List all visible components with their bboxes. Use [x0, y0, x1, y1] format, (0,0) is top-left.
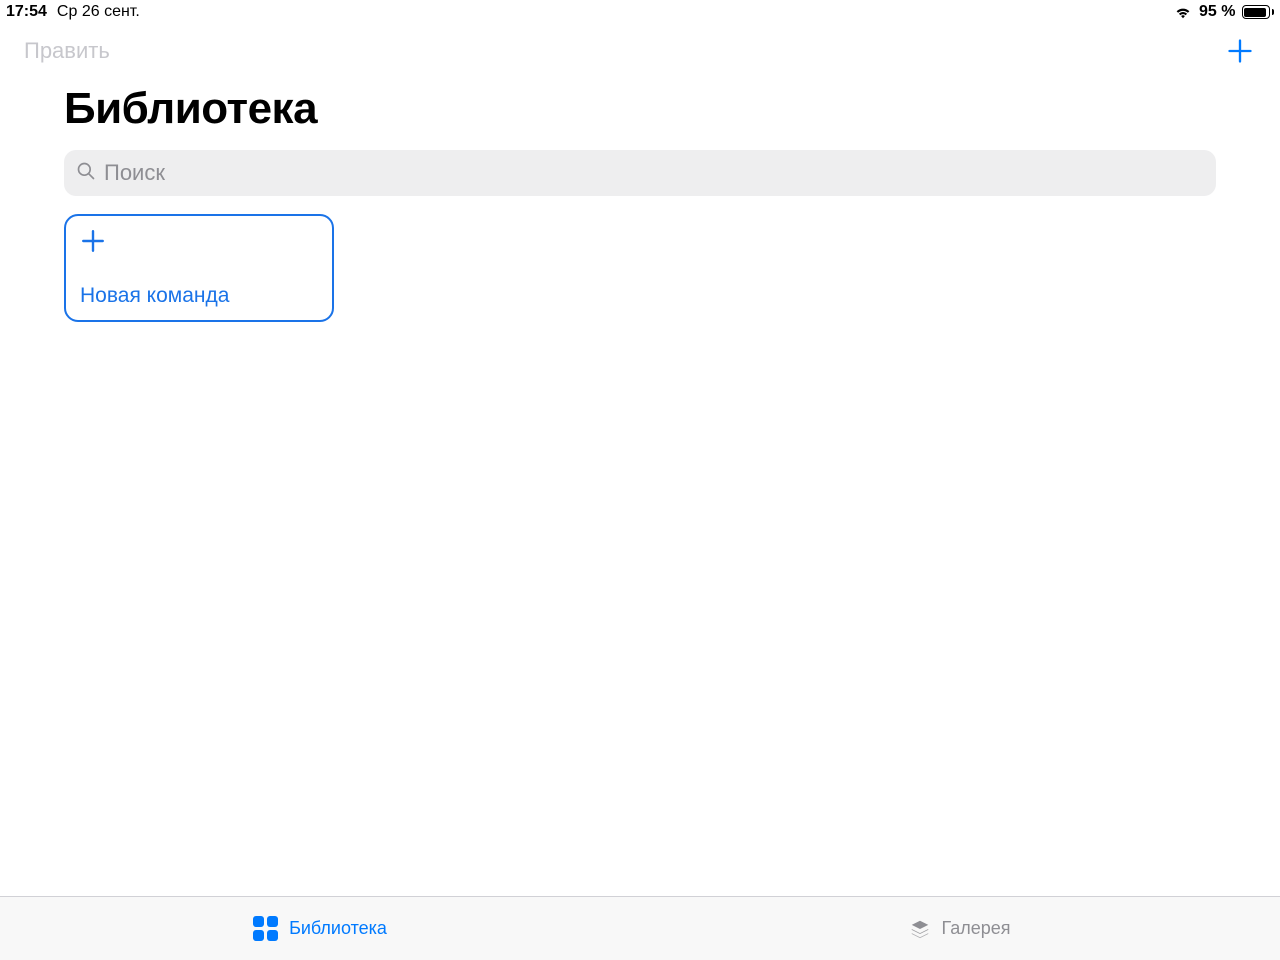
battery-percentage: 95 %	[1199, 3, 1235, 21]
tab-gallery-label: Галерея	[941, 918, 1010, 939]
status-left: 17:54 Ср 26 сент.	[6, 3, 140, 21]
wifi-icon	[1173, 5, 1193, 19]
nav-bar: Править	[0, 24, 1280, 78]
new-shortcut-label: Новая команда	[80, 284, 318, 308]
status-time: 17:54	[6, 3, 47, 21]
search-input[interactable]	[104, 160, 1204, 186]
search-field[interactable]	[64, 150, 1216, 196]
status-right: 95 %	[1173, 3, 1274, 21]
battery-icon	[1242, 5, 1275, 19]
tab-library-label: Библиотека	[289, 918, 387, 939]
page-title: Библиотека	[64, 84, 1216, 134]
tab-gallery[interactable]: Галерея	[640, 897, 1280, 960]
status-bar: 17:54 Ср 26 сент. 95 %	[0, 0, 1280, 24]
plus-icon	[1226, 37, 1254, 65]
status-date: Ср 26 сент.	[57, 3, 140, 21]
library-icon	[253, 916, 279, 942]
plus-icon	[80, 228, 318, 259]
edit-button[interactable]: Править	[24, 38, 110, 64]
new-shortcut-card[interactable]: Новая команда	[64, 214, 334, 322]
tab-library[interactable]: Библиотека	[0, 897, 640, 960]
search-icon	[76, 161, 96, 186]
tab-bar: Библиотека Галерея	[0, 896, 1280, 960]
add-button[interactable]	[1224, 35, 1256, 67]
main-content: Библиотека Новая команда	[0, 84, 1280, 322]
gallery-icon	[909, 918, 931, 940]
